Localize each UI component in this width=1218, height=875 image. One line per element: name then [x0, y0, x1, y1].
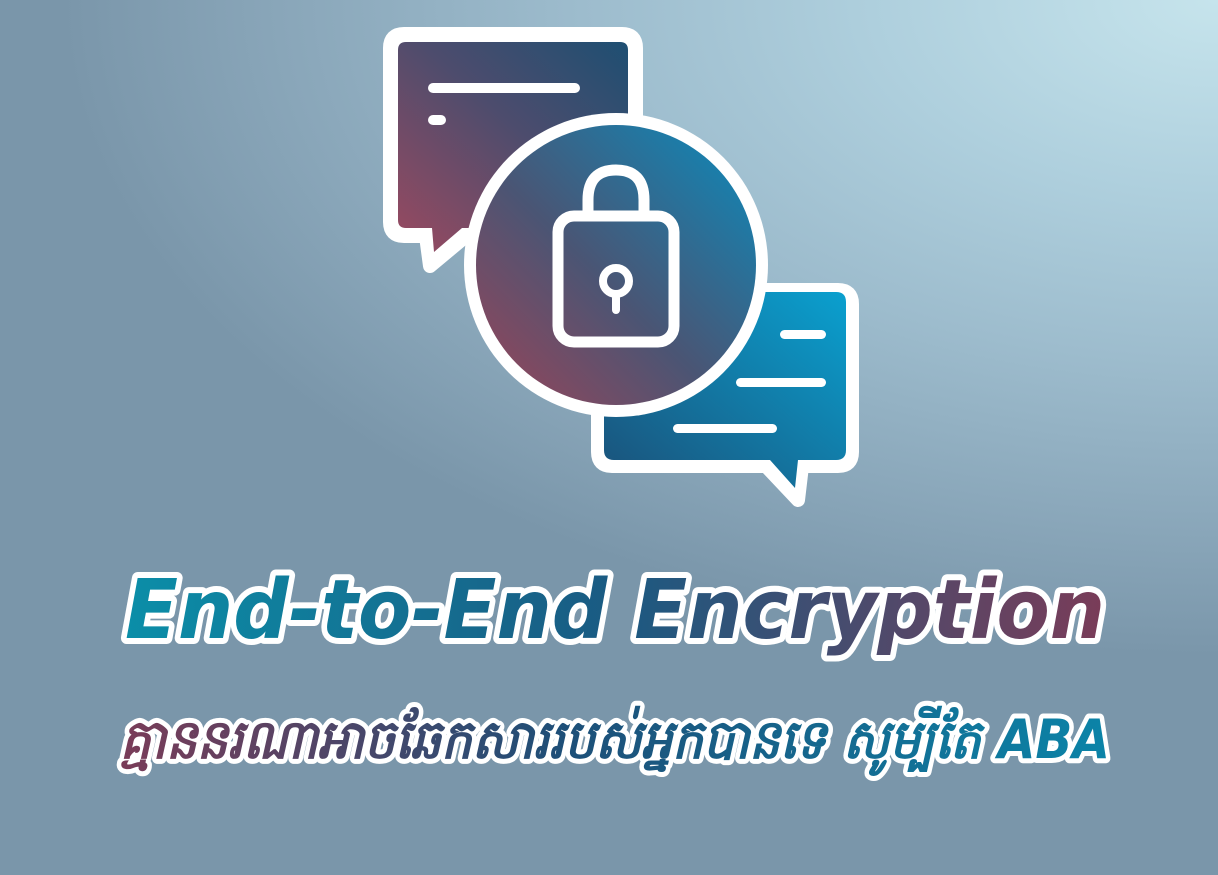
padlock-icon: [464, 113, 768, 417]
encryption-emblem: [383, 27, 859, 507]
tagline: គ្មាននរណាអាចឆែកសាររបស់អ្នកបានទេ សូម្បីតែ…: [115, 700, 1115, 781]
headline: End-to-End Encryption End-to-End Encrypt…: [119, 557, 1111, 664]
encryption-graphic: End-to-End Encryption End-to-End Encrypt…: [0, 0, 1218, 875]
tagline-text: គ្មាននរណាអាចឆែកសាររបស់អ្នកបានទេ សូម្បីតែ…: [120, 705, 1110, 776]
headline-text: End-to-End Encryption: [125, 563, 1105, 658]
